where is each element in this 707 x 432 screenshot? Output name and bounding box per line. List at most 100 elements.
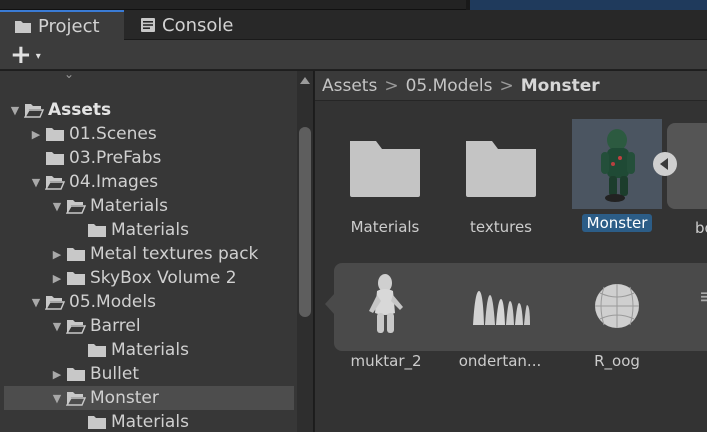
expand-arrow-down-icon[interactable]: ▼ <box>29 296 43 309</box>
folder-icon <box>87 342 107 358</box>
tree-scroll-hint-icon: ⌄ <box>64 71 75 81</box>
tree-row-label: Materials <box>90 196 168 216</box>
tree-row-monster[interactable]: ▼ Monster <box>4 386 294 410</box>
mesh-figure-thumbnail <box>346 266 426 346</box>
tab-project[interactable]: Project <box>0 10 124 40</box>
tree-row-label: 03.PreFabs <box>69 148 162 168</box>
tree-row-label: Assets <box>48 100 112 120</box>
tree-row-label: Monster <box>90 388 159 408</box>
tree-row-label: Bullet <box>90 364 140 384</box>
asset-label-partial: bo <box>695 219 707 237</box>
tree-row-barrel[interactable]: ▼ Barrel <box>4 314 294 338</box>
strip-resize-handle-icon[interactable]: ≡ <box>699 286 707 306</box>
tree-row-05-models[interactable]: ▼ 05.Models <box>4 290 294 314</box>
asset-label-selected: Monster <box>581 214 653 232</box>
monster-model-thumbnail <box>572 119 662 209</box>
folder-icon <box>66 366 86 382</box>
folder-icon <box>66 270 86 286</box>
expand-arrow-right-icon[interactable]: ▶ <box>29 128 43 141</box>
collapse-subassets-button[interactable] <box>653 152 677 176</box>
folder-icon <box>87 222 107 238</box>
expand-arrow-down-icon[interactable]: ▼ <box>50 392 64 405</box>
tree-row-materials[interactable]: Materials <box>4 338 294 362</box>
tree-row-04-images[interactable]: ▼ 04.Images <box>4 170 294 194</box>
folder-tree: ⌄ ▼ Assets ▶ 01.Scenes 03.PreFabs ▼ 04.Images ▼… <box>0 71 314 432</box>
tree-row-03-prefabs[interactable]: 03.PreFabs <box>4 146 294 170</box>
expand-arrow-down-icon[interactable]: ▼ <box>29 176 43 189</box>
tree-row-label: Materials <box>111 340 189 360</box>
folder-open-icon <box>45 174 65 190</box>
asset-model-monster[interactable]: Monster <box>569 119 665 232</box>
tree-row-label: 05.Models <box>69 292 156 312</box>
tab-console-label: Console <box>162 14 234 36</box>
console-icon <box>140 17 156 33</box>
top-strip <box>0 0 707 10</box>
folder-icon <box>66 246 86 262</box>
folder-icon <box>14 19 32 34</box>
folder-open-icon <box>24 102 44 118</box>
breadcrumb-separator: > <box>384 75 399 96</box>
tree-row-label: Materials <box>111 220 189 240</box>
folder-icon <box>45 150 65 166</box>
create-asset-button[interactable]: + ▾ <box>10 40 54 70</box>
plus-icon: + <box>10 40 32 70</box>
subasset-label: R_oog <box>594 352 640 370</box>
expand-arrow-right-icon[interactable]: ▶ <box>50 248 64 261</box>
expand-arrow-down-icon[interactable]: ▼ <box>50 200 64 213</box>
asset-folder-textures[interactable]: textures <box>453 123 549 236</box>
tree-row-bullet[interactable]: ▶ Bullet <box>4 362 294 386</box>
tree-row-assets[interactable]: ▼ Assets <box>4 98 294 122</box>
top-strip-right <box>470 0 707 10</box>
tree-row-materials[interactable]: Materials <box>4 218 294 242</box>
folder-open-icon <box>66 318 86 334</box>
scroll-up-arrow-icon[interactable] <box>300 77 310 84</box>
folder-icon <box>45 126 65 142</box>
tree-row-metal-textures-pack[interactable]: ▶ Metal textures pack <box>4 242 294 266</box>
tree-row-01-scenes[interactable]: ▶ 01.Scenes <box>4 122 294 146</box>
folder-large-icon <box>340 123 430 213</box>
tree-row-label: Materials <box>111 412 189 432</box>
expand-arrow-down-icon[interactable]: ▼ <box>8 104 22 117</box>
tree-row-skybox-volume-2[interactable]: ▶ SkyBox Volume 2 <box>4 266 294 290</box>
subasset-ondertanden[interactable]: ondertan... <box>452 266 548 370</box>
tab-console[interactable]: Console <box>140 10 260 40</box>
asset-folder-materials[interactable]: Materials <box>337 123 433 236</box>
folder-large-icon <box>456 123 546 213</box>
mesh-teeth-thumbnail <box>460 266 540 346</box>
breadcrumb-current[interactable]: Monster <box>521 76 600 96</box>
breadcrumb-assets[interactable]: Assets <box>322 76 377 96</box>
tab-bar: Project Console <box>0 10 707 40</box>
asset-label: textures <box>470 218 532 236</box>
folder-icon <box>87 414 107 430</box>
tree-scrollbar-thumb[interactable] <box>299 127 311 317</box>
chevron-down-icon: ▾ <box>35 50 41 62</box>
tree-row-label: SkyBox Volume 2 <box>90 268 237 288</box>
folder-open-icon <box>45 294 65 310</box>
top-strip-left <box>0 0 466 10</box>
subasset-muktar-2[interactable]: muktar_2 <box>338 266 434 370</box>
breadcrumb: Assets > 05.Models > Monster <box>315 71 707 101</box>
tree-row-materials[interactable]: ▼ Materials <box>4 194 294 218</box>
tree-scrollbar[interactable] <box>297 71 313 432</box>
tab-project-label: Project <box>38 15 100 37</box>
chevron-left-icon <box>660 158 668 170</box>
expand-arrow-right-icon[interactable]: ▶ <box>50 272 64 285</box>
asset-label: Materials <box>350 218 420 236</box>
breadcrumb-05-models[interactable]: 05.Models <box>406 76 493 96</box>
subasset-r-oog[interactable]: R_oog <box>569 266 665 370</box>
subasset-label: ondertan... <box>458 352 542 370</box>
tree-row-label: 04.Images <box>69 172 159 192</box>
tree-row-label: Metal textures pack <box>90 244 259 264</box>
tree-row-label: Barrel <box>90 316 141 336</box>
tree-row-materials[interactable]: Materials <box>4 410 294 432</box>
expand-arrow-down-icon[interactable]: ▼ <box>50 320 64 333</box>
mesh-sphere-thumbnail <box>577 266 657 346</box>
folder-open-icon <box>66 390 86 406</box>
folder-open-icon <box>66 198 86 214</box>
breadcrumb-separator: > <box>499 75 514 96</box>
expand-arrow-right-icon[interactable]: ▶ <box>50 368 64 381</box>
tree-row-label: 01.Scenes <box>69 124 157 144</box>
subasset-label: muktar_2 <box>350 352 422 370</box>
asset-browser: Assets > 05.Models > Monster Materials t… <box>315 71 707 432</box>
project-toolbar: + ▾ <box>0 40 707 70</box>
